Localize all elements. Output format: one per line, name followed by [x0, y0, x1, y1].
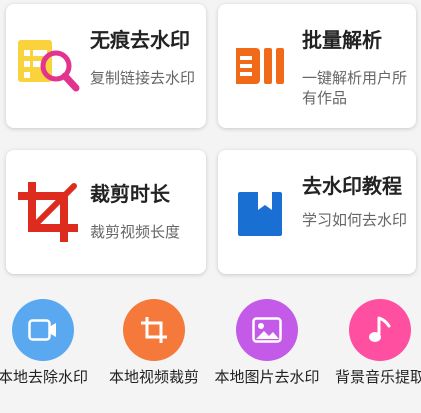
crop-icon [123, 299, 185, 361]
tool-local-video-crop[interactable]: 本地视频裁剪 [99, 299, 209, 387]
watermark-search-icon [16, 36, 80, 96]
card-description: 一键解析用户所有作品 [302, 69, 408, 107]
card-description: 学习如何去水印 [302, 211, 408, 229]
card-title: 批量解析 [302, 28, 382, 52]
card-description: 裁剪视频长度 [90, 223, 181, 241]
card-tutorial[interactable]: 去水印教程 学习如何去水印 [218, 150, 416, 274]
tool-local-image-remove-watermark[interactable]: 本地图片去水印 [212, 299, 322, 387]
card-batch-parse[interactable]: 批量解析 一键解析用户所有作品 [218, 4, 416, 128]
tool-local-remove-watermark[interactable]: 本地去除水印 [0, 299, 98, 387]
video-camera-icon [12, 299, 74, 361]
card-title: 无痕去水印 [90, 28, 190, 52]
image-icon [236, 299, 298, 361]
tool-label: 背景音乐提取 [334, 368, 421, 386]
card-title: 裁剪时长 [90, 182, 170, 206]
card-remove-watermark[interactable]: 无痕去水印 复制链接去水印 [6, 4, 206, 128]
tool-label: 本地视频裁剪 [108, 368, 199, 386]
card-title: 去水印教程 [302, 174, 402, 198]
tool-bgm-extract[interactable]: 背景音乐提取 [325, 299, 421, 387]
tool-label: 本地去除水印 [0, 368, 88, 386]
tool-label: 本地图片去水印 [214, 368, 320, 386]
card-trim-duration[interactable]: 裁剪时长 裁剪视频长度 [6, 150, 206, 274]
music-note-icon [349, 299, 411, 361]
crop-icon [16, 180, 80, 244]
batch-bars-icon [232, 44, 288, 88]
bookmark-book-icon [236, 190, 284, 238]
card-description: 复制链接去水印 [90, 69, 196, 87]
